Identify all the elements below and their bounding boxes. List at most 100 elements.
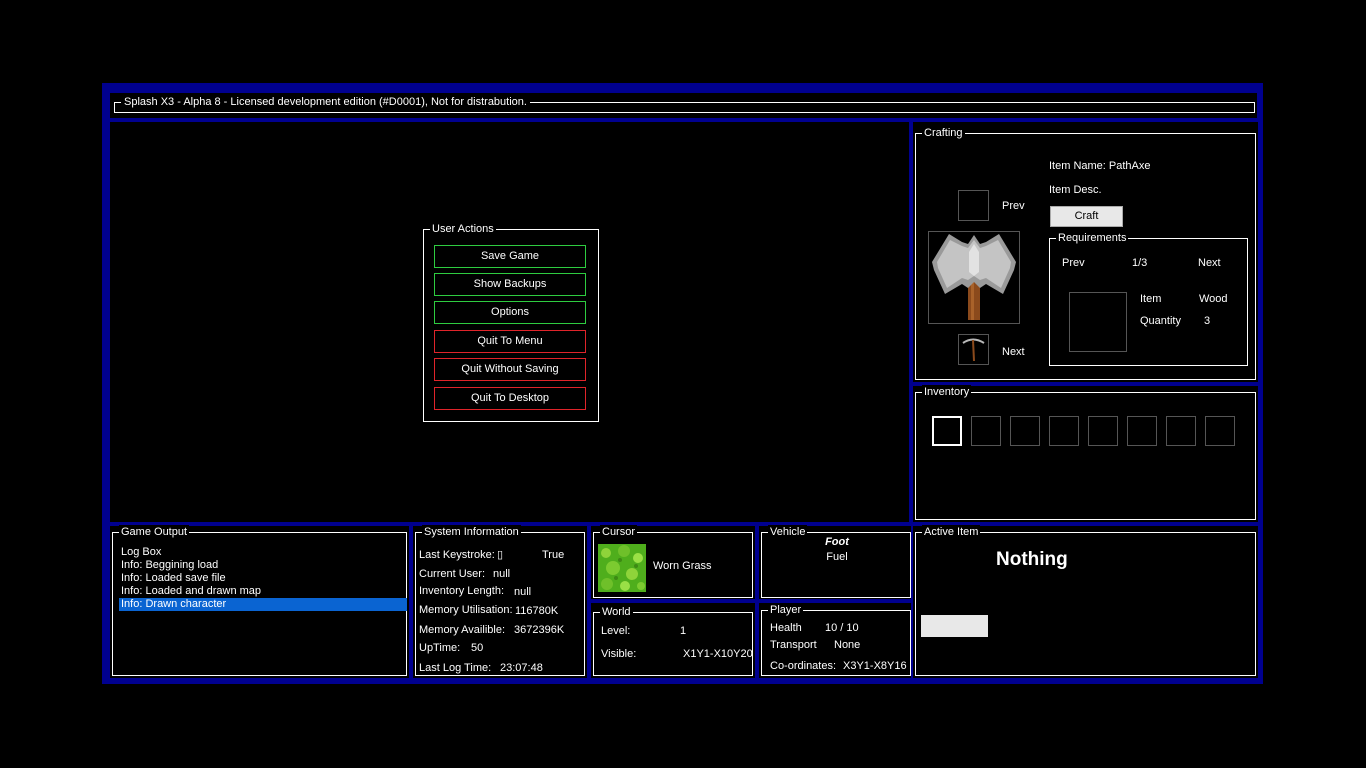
log-line[interactable]: Log Box [119, 546, 407, 559]
last-log-time-value: 23:07:48 [500, 662, 543, 674]
health-label: Health [770, 622, 802, 634]
player-panel: Player Health 10 / 10 Transport None Co-… [761, 603, 911, 676]
inventory-panel: Inventory [915, 385, 1256, 520]
grass-tile-icon [598, 544, 646, 592]
world-legend: World [600, 605, 633, 619]
item-name-label: Item Name: PathAxe [1049, 160, 1151, 172]
options-button[interactable]: Options [434, 301, 586, 324]
inventory-slot-8[interactable] [1205, 416, 1235, 446]
inventory-slot-4[interactable] [1049, 416, 1079, 446]
crafting-legend: Crafting [922, 126, 965, 140]
system-info-legend: System Information [422, 525, 521, 539]
transport-label: Transport [770, 639, 817, 651]
world-level-value: 1 [680, 625, 687, 637]
game-output-panel: Game Output Log Box Info: Beggining load… [112, 525, 407, 676]
coordinates-value: X3Y1-X8Y16 [843, 660, 907, 672]
cursor-panel: Cursor Worn Grass [593, 525, 753, 598]
inventory-length-value: null [514, 586, 532, 598]
memory-util-value: 116780K [515, 605, 559, 617]
active-item-name: Nothing [996, 549, 1068, 570]
coordinates-label: Co-ordinates: [770, 660, 837, 672]
memory-avail-value: 3672396K [514, 624, 565, 636]
crafting-section: Crafting Prev Next Item Name: PathAxe It… [913, 122, 1258, 382]
inventory-slot-1[interactable] [932, 416, 962, 446]
log-line[interactable]: Info: Loaded and drawn map [119, 585, 407, 598]
inventory-slot-5[interactable] [1088, 416, 1118, 446]
world-panel: World Level: 1 Visible: X1Y1-X10Y20 [593, 605, 753, 676]
cursor-tile-name: Worn Grass [653, 560, 712, 572]
req-quantity-label: Quantity [1140, 315, 1181, 327]
log-line[interactable]: Info: Loaded save file [119, 572, 407, 585]
log-line-selected[interactable]: Info: Drawn character [119, 598, 407, 611]
game-output-legend: Game Output [119, 525, 190, 539]
craft-button[interactable]: Craft [1050, 206, 1123, 227]
world-level-label: Level: [601, 625, 631, 637]
title-bar: Splash X3 - Alpha 8 - Licensed developme… [110, 93, 1257, 118]
req-next-label[interactable]: Next [1198, 257, 1221, 270]
vehicle-name: Foot [825, 536, 849, 548]
world-section: World Level: 1 Visible: X1Y1-X10Y20 [591, 603, 755, 678]
title-text: Splash X3 - Alpha 8 - Licensed developme… [121, 96, 530, 109]
show-backups-button[interactable]: Show Backups [434, 273, 586, 296]
inventory-slot-2[interactable] [971, 416, 1001, 446]
system-info-panel: System Information Last Keystroke: ▯ Tru… [415, 525, 585, 676]
inventory-length-label: Inventory Length: [419, 585, 505, 597]
vehicle-section: Vehicle Foot Fuel [759, 525, 911, 599]
last-keystroke-label: Last Keystroke: [419, 549, 495, 561]
uptime-value: 50 [471, 642, 484, 654]
prev-item-label[interactable]: Prev [1002, 200, 1025, 213]
user-actions-legend: User Actions [430, 222, 496, 236]
vehicle-fuel-label: Fuel [826, 551, 848, 563]
vehicle-panel: Vehicle Foot Fuel [761, 525, 911, 598]
user-actions-panel: User Actions Save Game Show Backups Opti… [423, 222, 599, 422]
memory-avail-label: Memory Availible: [419, 624, 505, 636]
inventory-slot-3[interactable] [1010, 416, 1040, 446]
req-prev-label[interactable]: Prev [1062, 257, 1085, 270]
memory-util-label: Memory Utilisation: [419, 604, 513, 616]
inventory-section: Inventory [913, 385, 1258, 522]
save-game-button[interactable]: Save Game [434, 245, 586, 268]
crafting-panel: Crafting Prev Next Item Name: PathAxe It… [915, 126, 1256, 380]
requirements-panel: Requirements Prev 1/3 Next Item Wood Qua… [1049, 231, 1248, 366]
active-item-panel: Active Item Nothing [915, 525, 1256, 676]
transport-value: None [834, 639, 861, 651]
log-line[interactable]: Info: Beggining load [119, 559, 407, 572]
cursor-legend: Cursor [600, 525, 638, 539]
active-item-section: Active Item Nothing [913, 525, 1258, 678]
req-item-value: Wood [1199, 293, 1228, 305]
player-legend: Player [768, 603, 804, 617]
quit-without-saving-button[interactable]: Quit Without Saving [434, 358, 586, 381]
pickaxe-icon[interactable] [958, 334, 989, 365]
last-keystroke-value: True [542, 549, 565, 561]
health-value: 10 / 10 [825, 622, 859, 634]
inventory-legend: Inventory [922, 385, 972, 399]
world-visible-value: X1Y1-X10Y20 [683, 648, 753, 660]
current-user-label: Current User: [419, 568, 486, 580]
double-axe-icon [928, 231, 1020, 324]
requirements-legend: Requirements [1056, 231, 1129, 245]
uptime-label: UpTime: [419, 642, 461, 654]
game-output-section: Game Output Log Box Info: Beggining load… [110, 525, 409, 678]
last-keystroke-glyph: ▯ [497, 549, 504, 561]
game-viewport[interactable]: User Actions Save Game Show Backups Opti… [110, 122, 909, 522]
prev-item-slot[interactable] [958, 190, 989, 221]
inventory-slot-6[interactable] [1127, 416, 1157, 446]
next-item-label[interactable]: Next [1002, 346, 1025, 359]
world-visible-label: Visible: [601, 648, 637, 660]
item-desc-label: Item Desc. [1049, 184, 1102, 196]
req-page-indicator: 1/3 [1132, 257, 1148, 269]
cursor-section: Cursor Worn Grass [591, 525, 755, 599]
req-item-label: Item [1140, 293, 1162, 305]
req-quantity-value: 3 [1204, 315, 1211, 327]
req-item-slot [1069, 292, 1127, 352]
system-info-section: System Information Last Keystroke: ▯ Tru… [413, 525, 587, 678]
last-log-time-label: Last Log Time: [419, 662, 492, 674]
inventory-slot-7[interactable] [1166, 416, 1196, 446]
active-item-legend: Active Item [922, 525, 981, 539]
quit-to-menu-button[interactable]: Quit To Menu [434, 330, 586, 353]
active-item-use-button[interactable] [921, 615, 988, 637]
current-user-value: null [493, 568, 511, 580]
player-section: Player Health 10 / 10 Transport None Co-… [759, 603, 911, 678]
quit-to-desktop-button[interactable]: Quit To Desktop [434, 387, 586, 410]
main-window-frame: Splash X3 - Alpha 8 - Licensed developme… [102, 83, 1263, 684]
